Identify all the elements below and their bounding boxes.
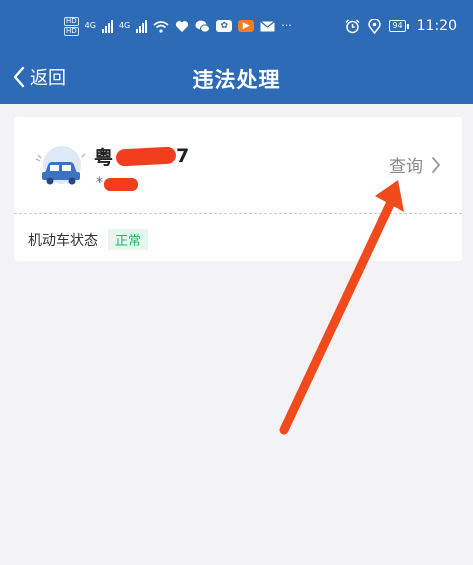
- network-type-2: 4G: [118, 21, 131, 30]
- signal-icon-2: [136, 19, 148, 33]
- query-button[interactable]: 查询: [389, 152, 441, 177]
- vehicle-card[interactable]: 粤 7 * 查询 机动车状态 正常: [14, 117, 462, 261]
- mail-icon: [260, 20, 276, 31]
- baidu-icon: ✿: [216, 20, 233, 32]
- plate-redaction: [115, 146, 177, 167]
- page-title: 违法处理: [192, 68, 281, 92]
- heart-icon: [176, 20, 189, 32]
- alarm-icon: [345, 19, 360, 33]
- video-icon: ▶: [238, 20, 255, 32]
- app-header: HD HD 4G 4G ✿ ▶ ··· 94 11:20 返回 违法处理: [0, 0, 473, 104]
- hd-label-top: HD: [64, 16, 79, 26]
- status-badge: 正常: [108, 229, 149, 250]
- hd-icon: HD HD: [64, 16, 79, 36]
- nav-bar: 返回 违法处理: [0, 54, 473, 100]
- signal-icon: [101, 19, 113, 33]
- owner-prefix: *: [96, 175, 103, 191]
- battery-icon: 94: [389, 20, 409, 32]
- status-label: 机动车状态: [28, 232, 98, 249]
- network-type-1: 4G: [84, 21, 96, 30]
- query-label: 查询: [389, 157, 423, 177]
- chevron-right-icon: [432, 156, 440, 173]
- location-icon: [368, 18, 382, 34]
- hd-label-bottom: HD: [64, 26, 79, 36]
- dashed-divider: [14, 213, 462, 214]
- status-right-icons: 94 11:20: [345, 14, 457, 38]
- plate-prefix: 粤: [94, 147, 114, 169]
- wifi-icon: [153, 20, 169, 33]
- status-left-icons: HD HD 4G 4G ✿ ▶ ···: [64, 14, 292, 38]
- owner-redaction: [104, 178, 138, 191]
- clock: 11:20: [416, 18, 457, 34]
- battery-level: 94: [389, 20, 406, 32]
- vehicle-status-row: 机动车状态 正常: [28, 229, 149, 250]
- status-bar: HD HD 4G 4G ✿ ▶ ··· 94 11:20: [0, 0, 473, 54]
- plate-suffix: 7: [176, 145, 190, 167]
- wechat-icon: [195, 20, 211, 33]
- car-icon: [32, 143, 88, 191]
- more-icon: ···: [281, 19, 292, 32]
